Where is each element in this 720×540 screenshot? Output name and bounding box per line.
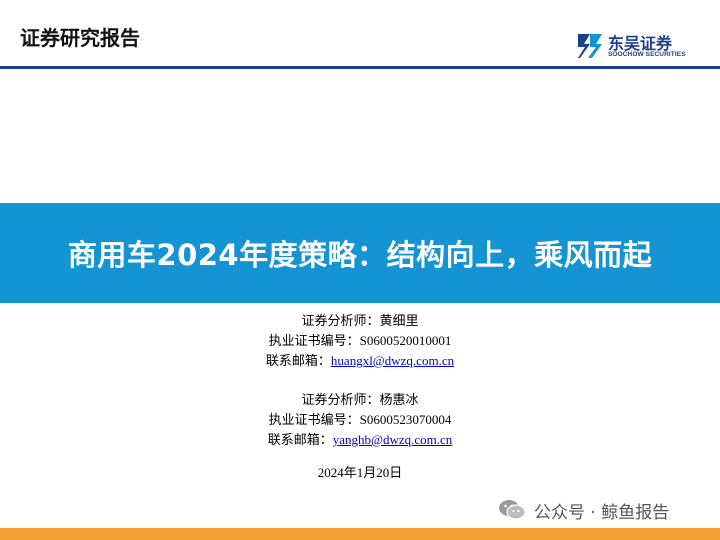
analyst-name: 杨惠冰 [379,393,419,408]
analyst-info: 证券分析师：黄细里 执业证书编号：S0600520010001 联系邮箱：hua… [0,312,720,470]
analyst-cert-line: 执业证书编号：S0600520010001 [0,331,720,351]
watermark: 公众号 · 鲸鱼报告 [498,497,669,523]
logo-english-name: SOOCHOW SECURITIES [608,51,686,58]
wechat-icon [499,500,526,520]
report-type-title: 证券研究报告 [20,26,140,50]
email-label: 联系邮箱： [267,433,333,448]
report-title: 商用车2024年度策略：结构向上，乘风而起 [67,238,653,272]
title-banner: 商用车2024年度策略：结构向上，乘风而起 [0,203,720,303]
watermark-text: 公众号 · 鲸鱼报告 [534,502,670,523]
analyst-name-line: 证券分析师：黄细里 [0,312,720,331]
email-label: 联系邮箱： [265,354,331,369]
cert-number: S0600520010001 [359,333,452,348]
analyst-cert-line: 执业证书编号：S0600523070004 [0,410,720,430]
analyst-role-label: 证券分析师： [301,314,380,329]
footer-bar [0,528,720,540]
analyst-block: 证券分析师：黄细里 执业证书编号：S0600520010001 联系邮箱：hua… [0,312,720,371]
cert-label: 执业证书编号： [268,334,360,349]
analyst-block: 证券分析师：杨惠冰 执业证书编号：S0600523070004 联系邮箱：yan… [0,391,720,450]
analyst-role-label: 证券分析师： [301,393,380,408]
analyst-name-line: 证券分析师：杨惠冰 [0,391,720,410]
header-divider [0,66,720,69]
analyst-email-link[interactable]: yanghb@dwzq.com.cn [333,432,453,447]
company-logo: 东吴证券 SOOCHOW SECURITIES [576,30,716,62]
cert-number: S0600523070004 [359,412,452,427]
analyst-name: 黄细里 [379,314,419,329]
report-date: 2024年1月20日 [317,465,403,480]
cert-label: 执业证书编号： [268,413,360,428]
soochow-logo-icon [578,34,602,58]
analyst-email-link[interactable]: huangxl@dwzq.com.cn [331,353,454,368]
analyst-email-line: 联系邮箱：yanghb@dwzq.com.cn [0,430,720,450]
analyst-email-line: 联系邮箱：huangxl@dwzq.com.cn [0,351,720,371]
